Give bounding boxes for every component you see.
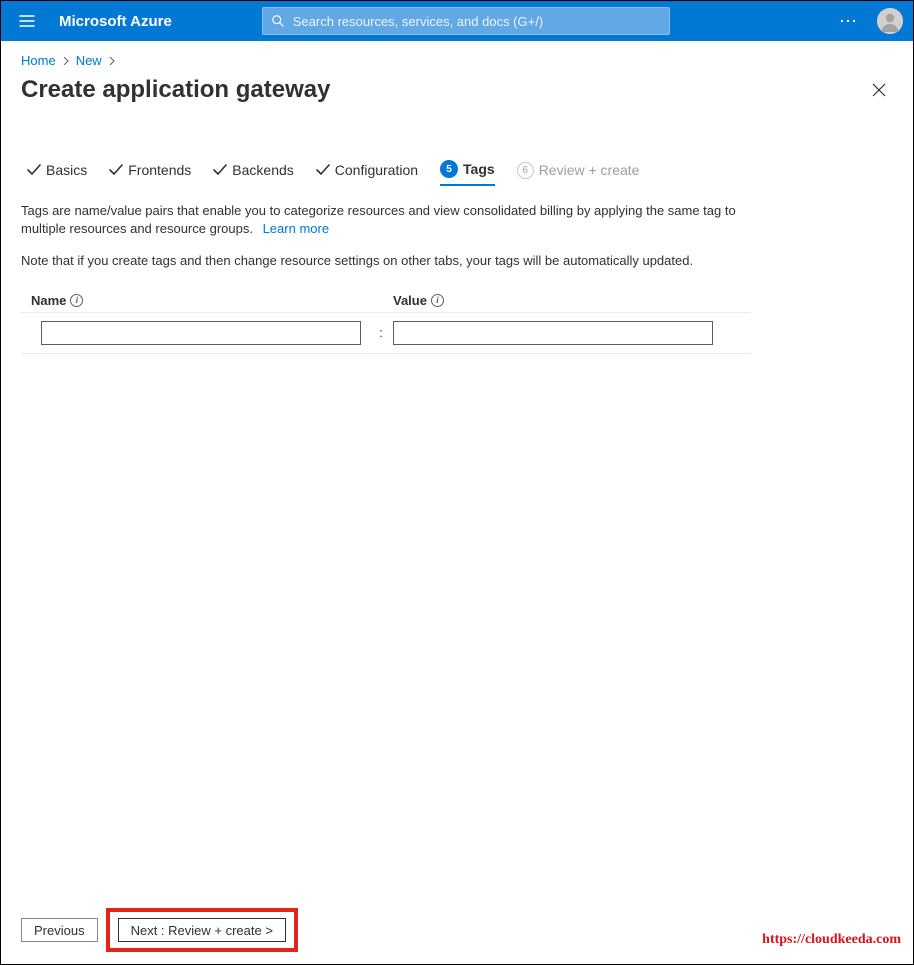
column-name-label: Name (31, 293, 66, 308)
tab-tags[interactable]: 5 Tags (440, 160, 495, 186)
tag-separator: : (369, 325, 393, 340)
brand-label: Microsoft Azure (59, 13, 172, 30)
avatar[interactable] (877, 8, 903, 34)
tag-table: Name i Value i : (21, 293, 751, 354)
column-value-label: Value (393, 293, 427, 308)
highlight-annotation: Next : Review + create > (106, 908, 298, 952)
chevron-right-icon (62, 53, 70, 68)
wizard-footer: Previous Next : Review + create > (21, 908, 298, 952)
tag-name-input[interactable] (41, 321, 361, 345)
tab-label: Review + create (539, 162, 640, 178)
column-name-header: Name i (31, 293, 369, 308)
tab-label: Configuration (335, 162, 418, 178)
title-row: Create application gateway (1, 72, 913, 112)
search-container (262, 7, 670, 35)
tag-row: : (21, 313, 751, 354)
tab-label: Basics (46, 162, 87, 178)
wizard-tabs: Basics Frontends Backends Configuration … (1, 112, 913, 186)
search-icon (271, 14, 285, 28)
tab-frontends[interactable]: Frontends (109, 162, 191, 184)
previous-button[interactable]: Previous (21, 918, 98, 942)
tab-backends[interactable]: Backends (213, 162, 293, 184)
watermark-text: https://cloudkeeda.com (762, 932, 901, 948)
body-content: Tags are name/value pairs that enable yo… (1, 186, 761, 354)
note-text: Note that if you create tags and then ch… (21, 252, 741, 270)
tab-label: Backends (232, 162, 293, 178)
tag-header-row: Name i Value i (21, 293, 751, 313)
tab-label: Tags (463, 161, 495, 177)
breadcrumb-new[interactable]: New (76, 53, 102, 68)
search-input[interactable] (293, 14, 661, 29)
description-text: Tags are name/value pairs that enable yo… (21, 203, 736, 236)
header-actions: ⋯ (833, 8, 903, 34)
checkmark-icon (27, 163, 41, 177)
step-number: 5 (440, 160, 458, 178)
tab-configuration[interactable]: Configuration (316, 162, 418, 184)
menu-icon[interactable] (11, 5, 43, 37)
column-value-header: Value i (393, 293, 751, 308)
description-paragraph: Tags are name/value pairs that enable yo… (21, 202, 741, 238)
chevron-right-icon (108, 53, 116, 68)
close-button[interactable] (865, 76, 893, 104)
page-title: Create application gateway (21, 76, 330, 104)
more-icon[interactable]: ⋯ (833, 11, 865, 32)
search-box[interactable] (262, 7, 670, 35)
tab-basics[interactable]: Basics (27, 162, 87, 184)
close-icon (872, 83, 886, 97)
checkmark-icon (213, 163, 227, 177)
tag-value-input[interactable] (393, 321, 713, 345)
checkmark-icon (109, 163, 123, 177)
breadcrumb-home[interactable]: Home (21, 53, 56, 68)
info-icon[interactable]: i (431, 294, 444, 307)
breadcrumb: Home New (1, 41, 913, 72)
next-button[interactable]: Next : Review + create > (118, 918, 286, 942)
azure-header: Microsoft Azure ⋯ (1, 1, 913, 41)
learn-more-link[interactable]: Learn more (263, 221, 329, 236)
tab-label: Frontends (128, 162, 191, 178)
checkmark-icon (316, 163, 330, 177)
tab-review-create: 6 Review + create (517, 162, 640, 185)
step-number: 6 (517, 162, 534, 179)
info-icon[interactable]: i (70, 294, 83, 307)
